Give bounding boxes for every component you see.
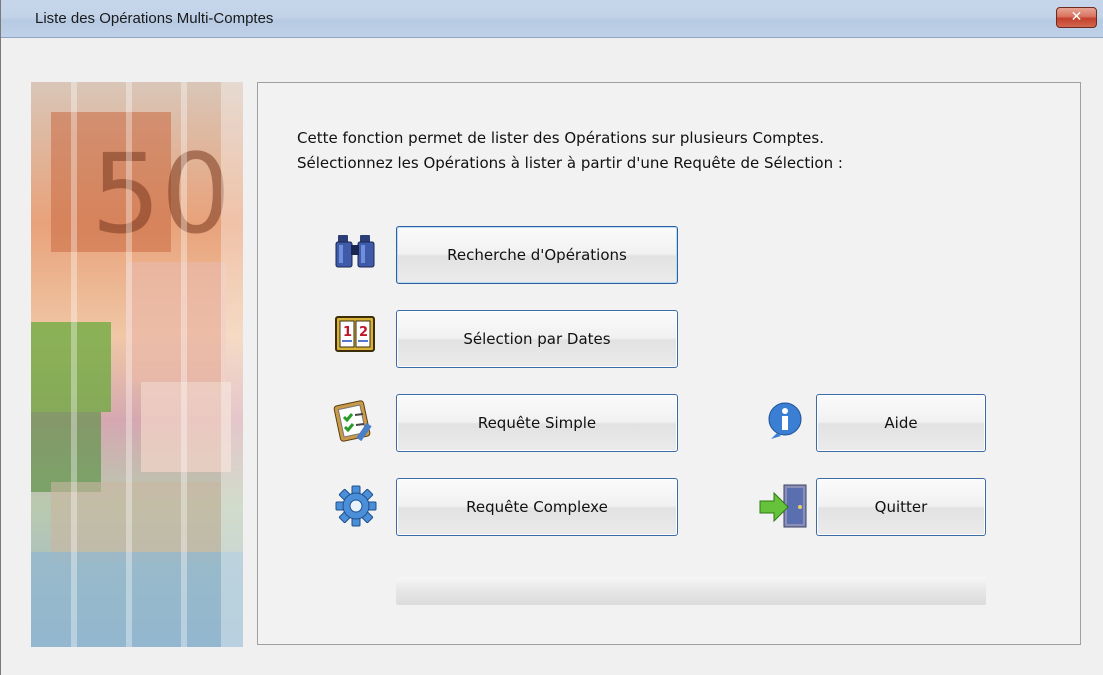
gear-icon[interactable]	[334, 484, 378, 532]
window-title: Liste des Opérations Multi-Comptes	[35, 10, 274, 27]
requete-simple-button[interactable]: Requête Simple	[396, 394, 678, 452]
dialog-window: Liste des Opérations Multi-Comptes ✕ 50	[0, 0, 1103, 675]
recherche-operations-label: Recherche d'Opérations	[447, 246, 627, 264]
banknotes-illustration: 50	[31, 82, 243, 647]
info-icon[interactable]	[765, 401, 805, 445]
intro-line-1: Cette fonction permet de lister des Opér…	[297, 129, 824, 147]
svg-text:50: 50	[91, 130, 231, 258]
selection-par-dates-button[interactable]: Sélection par Dates	[396, 310, 678, 368]
aide-button[interactable]: Aide	[816, 394, 986, 452]
exit-door-icon[interactable]	[758, 483, 810, 533]
clipboard-checklist-icon[interactable]	[331, 397, 377, 447]
aide-label: Aide	[884, 414, 918, 432]
quitter-button[interactable]: Quitter	[816, 478, 986, 536]
intro-line-2: Sélectionnez les Opérations à lister à p…	[297, 154, 843, 172]
requete-simple-label: Requête Simple	[477, 414, 597, 432]
binoculars-icon[interactable]	[334, 229, 376, 275]
quitter-label: Quitter	[874, 498, 928, 516]
selection-par-dates-label: Sélection par Dates	[463, 330, 611, 348]
title-bar[interactable]: Liste des Opérations Multi-Comptes ✕	[1, 0, 1103, 38]
intro-text: Cette fonction permet de lister des Opér…	[297, 126, 843, 176]
euro-banknotes-image: 50	[31, 82, 243, 647]
close-icon: ✕	[1070, 9, 1083, 25]
svg-text:2: 2	[359, 325, 368, 340]
requete-complexe-label: Requête Complexe	[466, 498, 608, 516]
recherche-operations-button[interactable]: Recherche d'Opérations	[396, 226, 678, 284]
progress-bar	[396, 577, 986, 605]
svg-text:1: 1	[343, 325, 352, 340]
requete-complexe-button[interactable]: Requête Complexe	[396, 478, 678, 536]
calendar-icon[interactable]: 1 2	[334, 313, 376, 359]
close-button[interactable]: ✕	[1056, 7, 1097, 28]
